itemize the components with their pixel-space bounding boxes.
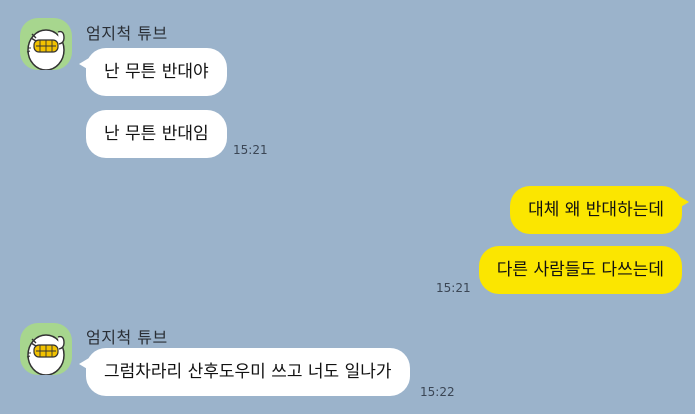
my-message-bubble[interactable]: 대체 왜 반대하는데: [510, 186, 689, 234]
message-timestamp: 15:22: [420, 385, 455, 399]
sender-avatar[interactable]: [20, 323, 72, 375]
message-timestamp: 15:21: [233, 143, 268, 157]
message-bubble[interactable]: 난 무튼 반대야: [79, 48, 227, 96]
my-message-bubble[interactable]: 다른 사람들도 다쓰는데: [478, 246, 682, 294]
message-timestamp: 15:21: [436, 281, 471, 295]
message-bubble[interactable]: 그럼차라리 산후도우미 쓰고 너도 일나가: [79, 348, 410, 396]
sender-avatar[interactable]: [20, 18, 72, 70]
thumbs-up-character-icon: [26, 29, 65, 70]
sender-name: 엄지척 튜브: [86, 24, 168, 43]
thumbs-up-character-icon: [26, 334, 65, 375]
sender-name: 엄지척 튜브: [86, 328, 168, 347]
message-bubble[interactable]: 난 무튼 반대임: [86, 110, 227, 158]
